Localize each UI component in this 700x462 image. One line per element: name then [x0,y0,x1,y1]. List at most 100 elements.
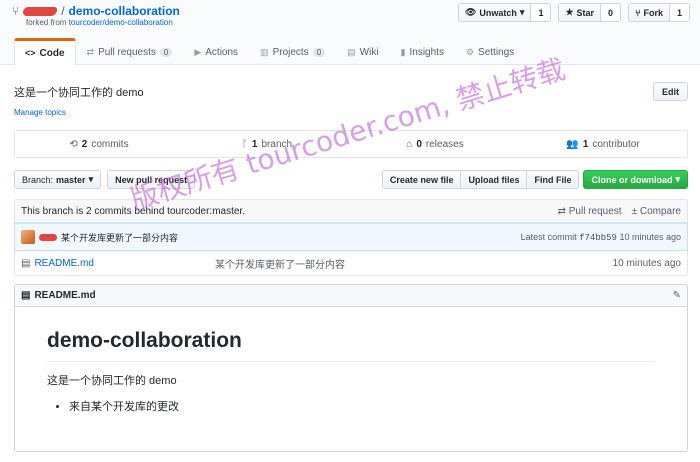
gear-icon: ⚙ [465,46,475,57]
tab-label: Actions [205,46,239,58]
tab-label: Insights [409,46,444,58]
watch-group: 👁 Unwatch ▾ 1 [457,3,552,22]
play-icon: ▶ [194,46,202,57]
star-button[interactable]: ★ Star [558,3,602,22]
book-icon: ▤ [21,290,31,301]
star-label: Star [576,7,595,18]
commits-summary[interactable]: ⟲ 2 commits [15,131,183,157]
branch-prefix: Branch: [22,174,54,185]
repo-header: ⑂ / demo-collaboration forked from tourc… [0,0,700,65]
branch-select-button[interactable]: Branch: master ▾ [14,170,102,189]
compare-link[interactable]: ± Compare [632,206,681,217]
star-icon: ★ [565,7,574,17]
clone-label: Clone or download [591,174,673,185]
file-commit-message[interactable]: 某个开发库更新了一部分内容 [215,256,345,271]
repo-tabs: <> Code ⇄ Pull requests 0 ▶ Actions ▥ Pr… [14,38,525,65]
releases-summary[interactable]: ⌂ 0 releases [351,131,519,157]
clone-download-button[interactable]: Clone or download ▾ [583,170,688,189]
tab-counter: 0 [312,47,326,57]
commit-age: 10 minutes ago [619,231,681,242]
forked-from: forked from tourcoder/demo-collaboration [26,18,173,27]
readme-header: ▤ README.md ✎ [15,285,687,307]
tab-wiki[interactable]: ▤ Wiki [336,38,389,65]
repo-name-link[interactable]: demo-collaboration [69,4,180,18]
repo-title: ⑂ / demo-collaboration [12,4,180,18]
readme-box: ▤ README.md ✎ demo-collaboration 这是一个协同工… [14,284,688,452]
file-link[interactable]: README.md [34,258,93,269]
file-actions: Create new file Upload files Find File [381,170,580,190]
star-count[interactable]: 0 [601,3,622,22]
caret-down-icon: ▾ [519,7,525,17]
releases-count: 0 [416,138,422,150]
find-file-button[interactable]: Find File [526,170,580,189]
tab-pull-requests[interactable]: ⇄ Pull requests 0 [76,38,184,65]
file-name-cell: ▤ README.md [21,258,215,269]
tab-projects[interactable]: ▥ Projects 0 [249,38,336,65]
pencil-icon[interactable]: ✎ [673,290,681,301]
forked-from-link[interactable]: tourcoder/demo-collaboration [69,18,173,27]
fork-icon: ⑂ [12,4,20,18]
tab-actions[interactable]: ▶ Actions [183,38,249,65]
edit-button[interactable]: Edit [653,82,688,101]
avatar[interactable] [21,230,35,244]
watch-count[interactable]: 1 [531,3,552,22]
list-item: 来自某个开发库的更改 [69,398,655,414]
file-age: 10 minutes ago [612,257,681,269]
readme-heading: demo-collaboration [47,329,655,362]
upload-files-button[interactable]: Upload files [460,170,528,189]
pull-request-link[interactable]: ⇄ Pull request [558,206,622,217]
people-icon: 👥 [566,138,579,150]
tab-code[interactable]: <> Code [14,38,76,65]
table-row: ▤ README.md 某个开发库更新了一部分内容 10 minutes ago [14,251,688,276]
manage-topics-link[interactable]: Manage topics [14,108,66,117]
code-icon: <> [25,48,36,58]
unwatch-button[interactable]: 👁 Unwatch ▾ [457,3,532,22]
pull-request-label: Pull request [568,205,622,217]
compare-label: Compare [639,205,681,217]
forked-prefix: forked from [26,18,67,27]
readme-paragraph: 这是一个协同工作的 demo [47,375,177,387]
contributor-label: contributor [592,138,640,150]
fork-label: Fork [643,7,663,18]
readme-filename: README.md [34,290,96,301]
graph-icon: ▮ [400,46,406,57]
history-icon: ⟲ [69,138,78,150]
new-pull-request-button[interactable]: New pull request [107,170,196,189]
repo-actions: 👁 Unwatch ▾ 1 ★ Star 0 ⑂ Fork 1 [457,3,690,22]
fork-button[interactable]: ⑂ Fork [628,3,670,22]
tab-label: Code [39,47,65,59]
fork-icon: ⑂ [635,7,641,18]
readme-list: 来自某个开发库的更改 [47,398,655,414]
tab-label: Projects [272,46,309,58]
tab-settings[interactable]: ⚙ Settings [455,38,525,65]
commits-label: commits [91,138,129,150]
fork-count[interactable]: 1 [669,3,690,22]
tag-icon: ⌂ [406,138,413,150]
contributor-summary[interactable]: 👥 1 contributor [519,131,687,157]
tab-label: Pull requests [98,46,156,58]
tab-label: Wiki [359,46,379,58]
owner-redacted[interactable] [23,6,58,16]
commit-sha[interactable]: f74bb59 [579,233,617,243]
tab-insights[interactable]: ▮ Insights [390,38,455,65]
branch-status-actions: ⇄ Pull request ± Compare [558,206,681,217]
repo-description: 这是一个协同工作的 demo [14,87,144,99]
commit-message[interactable]: 某个开发库更新了一部分内容 [61,231,178,244]
branch-icon: ᚴ [241,138,248,150]
branch-status-bar: This branch is 2 commits behind tourcode… [14,199,688,223]
eye-icon: 👁 [464,7,477,17]
commit-tease: 某个开发库更新了一部分内容 Latest commit f74bb59 10 m… [14,223,688,251]
repo-separator: / [61,4,65,18]
readme-content: demo-collaboration 这是一个协同工作的 demo 来自某个开发… [15,307,687,436]
latest-commit-label: Latest commit [520,231,577,242]
branch-summary[interactable]: ᚴ 1 branch [183,131,351,157]
file-navigation: Branch: master ▾ New pull request Create… [14,170,688,190]
create-new-file-button[interactable]: Create new file [381,170,462,189]
diff-icon: ± [631,205,638,217]
numbers-summary: ⟲ 2 commits ᚴ 1 branch ⌂ 0 releases 👥 1 … [14,130,688,158]
branch-name: master [56,174,86,185]
tab-label: Settings [478,46,515,58]
pull-request-icon: ⇄ [557,205,566,217]
branch-count: 1 [251,138,258,150]
author-redacted[interactable] [39,233,57,241]
